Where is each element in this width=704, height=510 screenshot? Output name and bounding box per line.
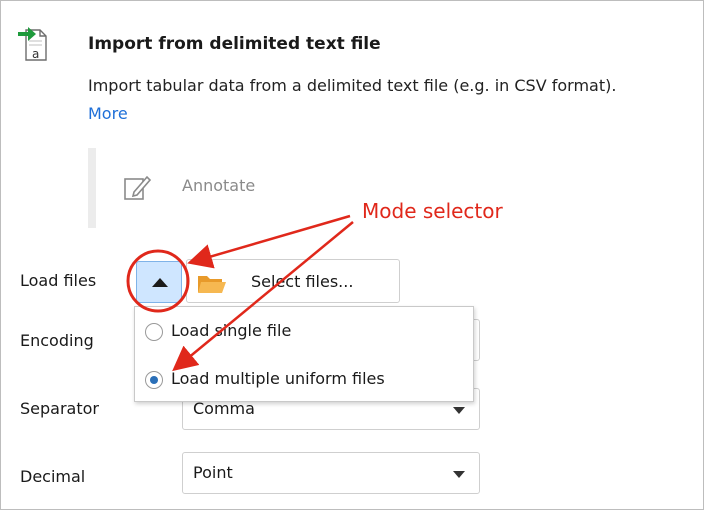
decimal-value: Point: [193, 463, 233, 482]
option-label: Load multiple uniform files: [171, 369, 385, 388]
select-files-label: Select files...: [251, 272, 354, 291]
step-title: Import from delimited text file: [88, 34, 381, 54]
option-label: Load single file: [171, 321, 292, 340]
svg-text:a: a: [32, 47, 39, 61]
mode-selector-button[interactable]: [136, 261, 182, 303]
radio-multiple[interactable]: [145, 371, 163, 389]
chevron-down-icon: [453, 407, 465, 414]
option-load-single-file[interactable]: Load single file: [145, 319, 465, 347]
more-link[interactable]: More: [88, 104, 128, 123]
annotate-bar: [88, 148, 96, 228]
triangle-up-icon: [152, 278, 168, 287]
option-load-multiple-files[interactable]: Load multiple uniform files: [145, 367, 465, 395]
select-files-button[interactable]: Select files...: [186, 259, 400, 303]
pencil-annotate-icon[interactable]: [122, 172, 152, 202]
step-description: Import tabular data from a delimited tex…: [88, 72, 648, 128]
import-text-file-icon: a: [18, 27, 47, 61]
load-files-label: Load files: [20, 271, 97, 290]
folder-open-icon: [198, 276, 226, 293]
chevron-down-icon: [453, 471, 465, 478]
separator-label: Separator: [20, 399, 99, 418]
annotate-label[interactable]: Annotate: [182, 176, 255, 195]
decimal-select[interactable]: Point: [182, 452, 480, 494]
callout-label: Mode selector: [362, 199, 503, 223]
encoding-label: Encoding: [20, 331, 94, 350]
mode-popup-menu: Load single file Load multiple uniform f…: [134, 306, 474, 402]
decimal-label: Decimal: [20, 467, 86, 486]
step-description-text: Import tabular data from a delimited tex…: [88, 76, 617, 95]
radio-single[interactable]: [145, 323, 163, 341]
